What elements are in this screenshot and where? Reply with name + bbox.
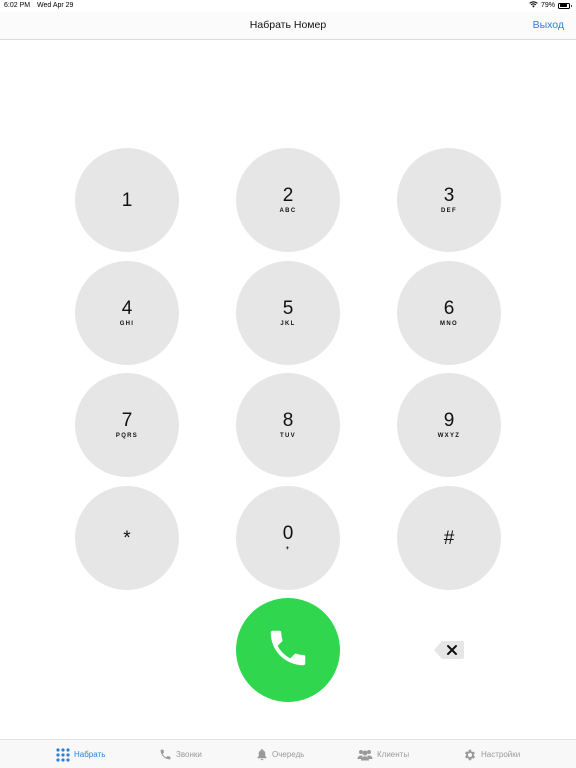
key-digit: * xyxy=(123,527,131,549)
key-letters: GHI xyxy=(119,320,135,327)
tab-dial[interactable]: Набрать xyxy=(56,740,105,768)
key-letters: PQRS xyxy=(115,432,139,439)
key-letters: JKL xyxy=(280,320,296,327)
key-digit: 3 xyxy=(443,184,455,206)
key-0[interactable]: 0 + xyxy=(236,486,340,590)
tab-clients[interactable]: Клиенты xyxy=(357,740,409,768)
tab-label: Настройки xyxy=(481,750,521,759)
key-digit: 2 xyxy=(282,184,294,206)
key-star[interactable]: * xyxy=(75,486,179,590)
call-button[interactable] xyxy=(236,598,340,702)
gear-icon xyxy=(463,748,477,762)
wifi-icon xyxy=(529,1,538,10)
key-digit: 7 xyxy=(121,409,133,431)
backspace-icon xyxy=(433,641,465,664)
battery-icon xyxy=(558,2,572,9)
key-digit: 9 xyxy=(443,409,455,431)
key-2[interactable]: 2 ABC xyxy=(236,148,340,252)
key-letters: TUV xyxy=(280,432,296,439)
key-letters: + xyxy=(285,545,291,552)
backspace-button[interactable] xyxy=(433,640,465,660)
battery-percent: 79% xyxy=(540,2,555,9)
page-title: Набрать Номер xyxy=(249,19,327,31)
key-5[interactable]: 5 JKL xyxy=(236,261,340,365)
key-letters: WXYZ xyxy=(437,432,461,439)
key-4[interactable]: 4 GHI xyxy=(75,261,179,365)
tab-queue[interactable]: Очередь xyxy=(256,740,304,768)
status-right: 79% xyxy=(529,1,572,10)
key-digit: 5 xyxy=(282,297,294,319)
phone-icon xyxy=(265,625,311,676)
tab-label: Набрать xyxy=(74,750,106,759)
key-8[interactable]: 8 TUV xyxy=(236,373,340,477)
tab-settings[interactable]: Настройки xyxy=(463,740,520,768)
key-digit: 4 xyxy=(121,297,133,319)
key-7[interactable]: 7 PQRS xyxy=(75,373,179,477)
key-9[interactable]: 9 WXYZ xyxy=(397,373,501,477)
key-3[interactable]: 3 DEF xyxy=(397,148,501,252)
key-letters: DEF xyxy=(441,207,457,214)
key-6[interactable]: 6 MNO xyxy=(397,261,501,365)
key-digit: 1 xyxy=(121,189,133,211)
key-letters: ABC xyxy=(279,207,297,214)
people-icon xyxy=(357,748,373,761)
status-bar: 6:02 PM Wed Apr 29 79% xyxy=(0,0,576,12)
tab-label: Очередь xyxy=(272,750,305,759)
keypad-icon xyxy=(56,747,70,762)
exit-button[interactable]: Выход xyxy=(533,19,564,31)
tab-label: Звонки xyxy=(176,750,202,759)
nav-bar: Набрать Номер Выход xyxy=(0,12,576,40)
key-digit: 0 xyxy=(282,522,294,544)
key-hash[interactable]: # xyxy=(397,486,501,590)
key-1[interactable]: 1 xyxy=(75,148,179,252)
key-digit: 6 xyxy=(443,297,455,319)
status-date: Wed Apr 29 xyxy=(37,2,74,9)
bell-icon xyxy=(256,748,268,761)
tab-bar: Набрать Звонки Очередь Клиенты Настройки xyxy=(0,739,576,768)
status-time: 6:02 PM xyxy=(4,2,31,9)
key-letters: MNO xyxy=(440,320,458,327)
phone-icon xyxy=(159,748,172,761)
tab-calls[interactable]: Звонки xyxy=(159,740,202,768)
key-digit: 8 xyxy=(282,409,294,431)
key-digit: # xyxy=(443,527,455,549)
tab-label: Клиенты xyxy=(377,750,410,759)
